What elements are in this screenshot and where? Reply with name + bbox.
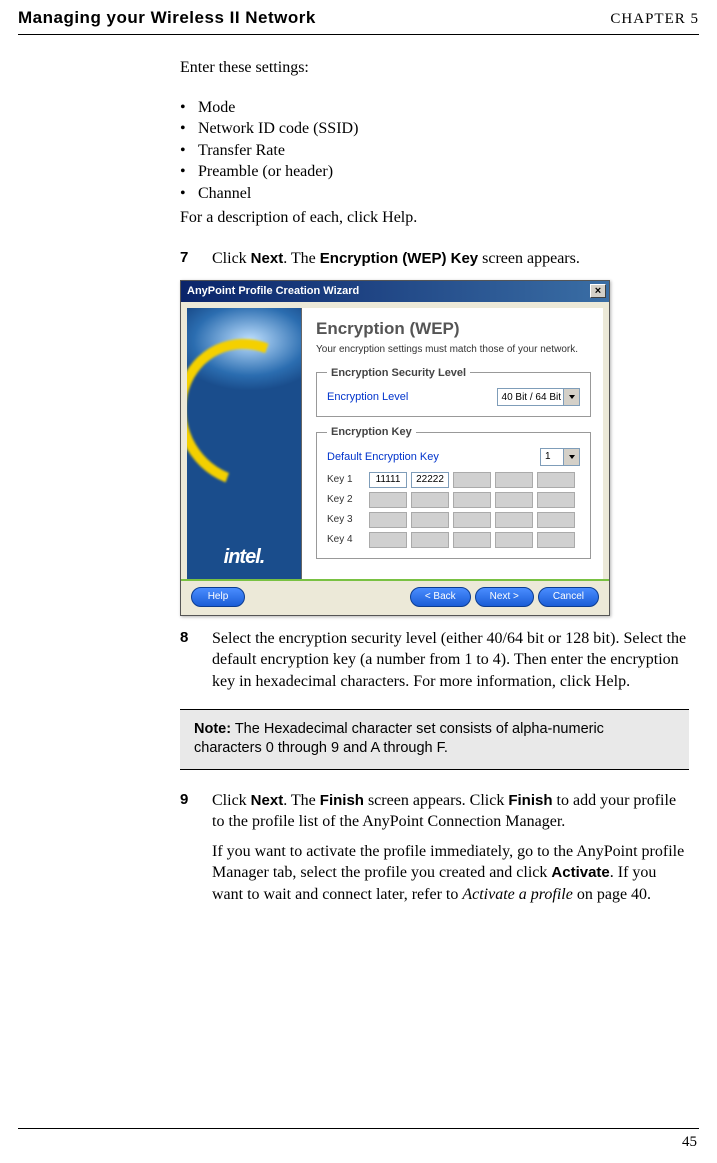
header-title: Managing your Wireless II Network: [18, 8, 316, 28]
key2-cell3: [453, 492, 491, 508]
select-value: 40 Bit / 64 Bit: [502, 391, 561, 405]
key1-cell3: [453, 472, 491, 488]
list-item: Transfer Rate: [180, 140, 689, 162]
next-label: Next: [251, 792, 284, 809]
step-number: 9: [180, 790, 212, 906]
step-number: 8: [180, 628, 212, 693]
footer-rule: [18, 1128, 699, 1129]
key1-cell1[interactable]: 11111: [369, 472, 407, 488]
default-key-select[interactable]: 1: [540, 448, 580, 466]
key4-label: Key 4: [327, 533, 365, 547]
footer-right: < Back Next > Cancel: [410, 587, 599, 607]
key3-cell3: [453, 512, 491, 528]
key2-cell1: [369, 492, 407, 508]
key4-cell3: [453, 532, 491, 548]
note-box: Note: The Hexadecimal character set cons…: [180, 709, 689, 770]
cancel-button[interactable]: Cancel: [538, 587, 599, 607]
titlebar-text: AnyPoint Profile Creation Wizard: [187, 284, 359, 299]
text: . The: [283, 250, 320, 267]
reference-italic: Activate a profile: [462, 886, 572, 903]
security-legend: Encryption Security Level: [327, 366, 470, 381]
encryption-key-group: Encryption Key Default Encryption Key 1 …: [316, 425, 591, 559]
default-key-label: Default Encryption Key: [327, 450, 532, 465]
step-body: Click Next. The Finish screen appears. C…: [212, 790, 689, 906]
wizard-sidebar: intel.: [187, 308, 302, 580]
text: Click: [212, 792, 251, 809]
key1-label: Key 1: [327, 473, 365, 487]
header-rule: [18, 34, 699, 35]
text: Click: [212, 250, 251, 267]
key2-cell4: [495, 492, 533, 508]
key-grid: Key 1 11111 22222 Key 2 Key 3: [327, 472, 580, 548]
key2-label: Key 2: [327, 493, 365, 507]
step-body: Click Next. The Encryption (WEP) Key scr…: [212, 248, 689, 270]
default-key-row: Default Encryption Key 1: [327, 448, 580, 466]
key2-cell2: [411, 492, 449, 508]
key1-cell2[interactable]: 22222: [411, 472, 449, 488]
settings-list: Mode Network ID code (SSID) Transfer Rat…: [180, 97, 689, 205]
key3-cell4: [495, 512, 533, 528]
next-button[interactable]: Next >: [475, 587, 534, 607]
step-body: Select the encryption security level (ei…: [212, 628, 689, 693]
header-chapter: CHAPTER 5: [610, 11, 699, 28]
next-label: Next: [251, 250, 284, 267]
list-item: Preamble (or header): [180, 161, 689, 183]
key1-cell4: [495, 472, 533, 488]
screen-name: Encryption (WEP) Key: [320, 250, 478, 267]
security-level-group: Encryption Security Level Encryption Lev…: [316, 366, 591, 418]
close-icon[interactable]: ×: [590, 284, 606, 298]
wizard-footer: Help < Back Next > Cancel: [181, 579, 609, 615]
security-row: Encryption Level 40 Bit / 64 Bit: [327, 388, 580, 406]
list-item: Network ID code (SSID): [180, 118, 689, 140]
page-header: Managing your Wireless II Network CHAPTE…: [0, 0, 717, 34]
intel-logo: intel.: [187, 544, 301, 571]
list-item: Mode: [180, 97, 689, 119]
key4-cell2: [411, 532, 449, 548]
step-7: 7 Click Next. The Encryption (WEP) Key s…: [180, 248, 689, 270]
key3-label: Key 3: [327, 513, 365, 527]
help-button[interactable]: Help: [191, 587, 245, 607]
text: screen appears.: [478, 250, 580, 267]
key3-cell5: [537, 512, 575, 528]
text: screen appears. Click: [364, 792, 508, 809]
activate-label: Activate: [551, 864, 609, 881]
wizard-dialog: AnyPoint Profile Creation Wizard × intel…: [180, 280, 610, 616]
wizard-heading: Encryption (WEP): [316, 318, 591, 341]
text: . The: [283, 792, 320, 809]
text: on page 40.: [573, 886, 651, 903]
back-button[interactable]: < Back: [410, 587, 471, 607]
encryption-level-select[interactable]: 40 Bit / 64 Bit: [497, 388, 580, 406]
step-8: 8 Select the encryption security level (…: [180, 628, 689, 693]
key1-cell5: [537, 472, 575, 488]
select-value: 1: [545, 450, 551, 464]
paragraph: Click Next. The Finish screen appears. C…: [212, 790, 689, 833]
list-item: Channel: [180, 183, 689, 205]
key3-cell2: [411, 512, 449, 528]
intro-text: Enter these settings:: [180, 57, 689, 79]
wizard-body: intel. Encryption (WEP) Your encryption …: [181, 302, 609, 580]
bullets-footer: For a description of each, click Help.: [180, 207, 689, 229]
step-number: 7: [180, 248, 212, 270]
wizard-panel: Encryption (WEP) Your encryption setting…: [302, 308, 603, 580]
key-legend: Encryption Key: [327, 425, 416, 440]
key4-cell1: [369, 532, 407, 548]
key4-cell5: [537, 532, 575, 548]
note-label: Note:: [194, 721, 231, 737]
encryption-level-label: Encryption Level: [327, 390, 489, 405]
key4-cell4: [495, 532, 533, 548]
step-9: 9 Click Next. The Finish screen appears.…: [180, 790, 689, 906]
brand-graphic: intel.: [187, 308, 301, 580]
swoosh-graphic: [187, 315, 302, 510]
titlebar: AnyPoint Profile Creation Wizard ×: [181, 281, 609, 302]
finish-label: Finish: [508, 792, 552, 809]
page-number: 45: [682, 1134, 697, 1151]
finish-label: Finish: [320, 792, 364, 809]
main-content: Enter these settings: Mode Network ID co…: [0, 57, 717, 906]
key3-cell1: [369, 512, 407, 528]
key2-cell5: [537, 492, 575, 508]
note-text: The Hexadecimal character set consists o…: [194, 721, 604, 757]
wizard-subtext: Your encryption settings must match thos…: [316, 343, 591, 356]
paragraph: If you want to activate the profile imme…: [212, 841, 689, 906]
